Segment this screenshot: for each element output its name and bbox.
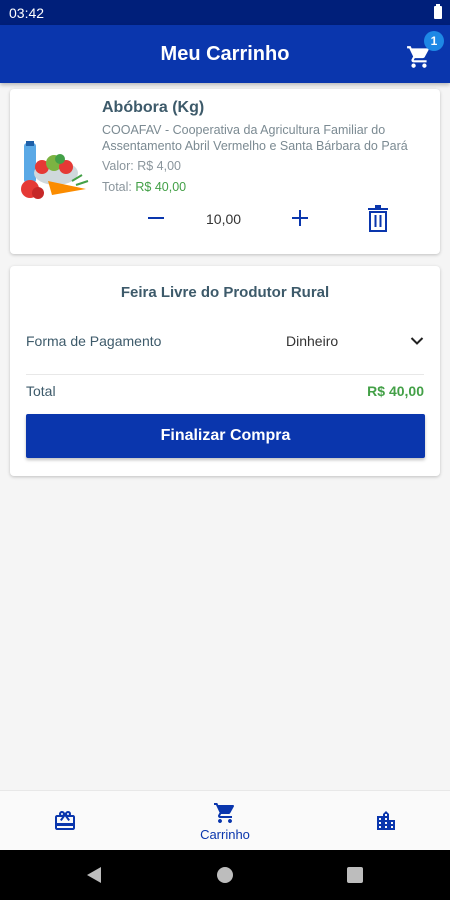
cooperative-name: COOAFAV - Cooperativa da Agricultura Fam… (102, 123, 408, 153)
page-title: Meu Carrinho (160, 42, 290, 65)
nav-cart[interactable]: Carrinho (185, 791, 265, 851)
nav-offers[interactable] (40, 791, 90, 851)
vegetables-image (21, 141, 89, 199)
unit-price-label: Valor: (102, 159, 134, 173)
unit-price-value: R$ 4,00 (137, 159, 181, 173)
battery-icon (434, 4, 442, 19)
divider (26, 374, 424, 375)
nav-cart-label: Carrinho (200, 826, 250, 842)
app-bar: Meu Carrinho (0, 25, 450, 83)
order-total-value: R$ 40,00 (367, 383, 424, 399)
back-icon[interactable] (86, 866, 102, 884)
payment-method-select[interactable]: Dinheiro (286, 328, 424, 354)
home-icon[interactable] (217, 867, 233, 883)
cart-icon (214, 802, 235, 823)
cart-item-card: Abóbora (Kg) COOAFAV - Cooperativa da Ag… (10, 89, 440, 254)
market-name: Feira Livre do Produtor Rural (120, 284, 330, 301)
recent-apps-icon[interactable] (347, 867, 363, 883)
trash-icon[interactable] (366, 205, 390, 233)
order-total-label: Total (26, 383, 56, 399)
increase-quantity-icon[interactable] (289, 207, 311, 229)
payment-method-value: Dinheiro (286, 333, 339, 349)
cart-count-badge: 1 (424, 31, 444, 51)
bottom-navigation: Carrinho (0, 790, 450, 850)
nav-stores[interactable] (361, 791, 411, 851)
system-navigation-bar (0, 850, 450, 900)
gift-icon (55, 810, 75, 830)
status-bar: 03:42 (0, 0, 450, 25)
decrease-quantity-icon[interactable] (146, 207, 166, 229)
quantity-value: 10,00 (206, 211, 242, 227)
chevron-down-icon (410, 337, 424, 345)
payment-method-label: Forma de Pagamento (26, 333, 162, 349)
unit-price: Valor: R$ 4,00 (102, 159, 181, 173)
item-total-value: R$ 40,00 (135, 180, 187, 194)
checkout-button[interactable]: Finalizar Compra (26, 414, 425, 458)
item-total: Total: R$ 40,00 (102, 180, 186, 194)
item-total-label: Total: (102, 180, 132, 194)
product-name: Abóbora (Kg) (102, 99, 205, 116)
order-summary-card: Feira Livre do Produtor Rural Forma de P… (10, 266, 440, 476)
building-icon (377, 811, 395, 830)
status-time: 03:42 (9, 4, 45, 21)
